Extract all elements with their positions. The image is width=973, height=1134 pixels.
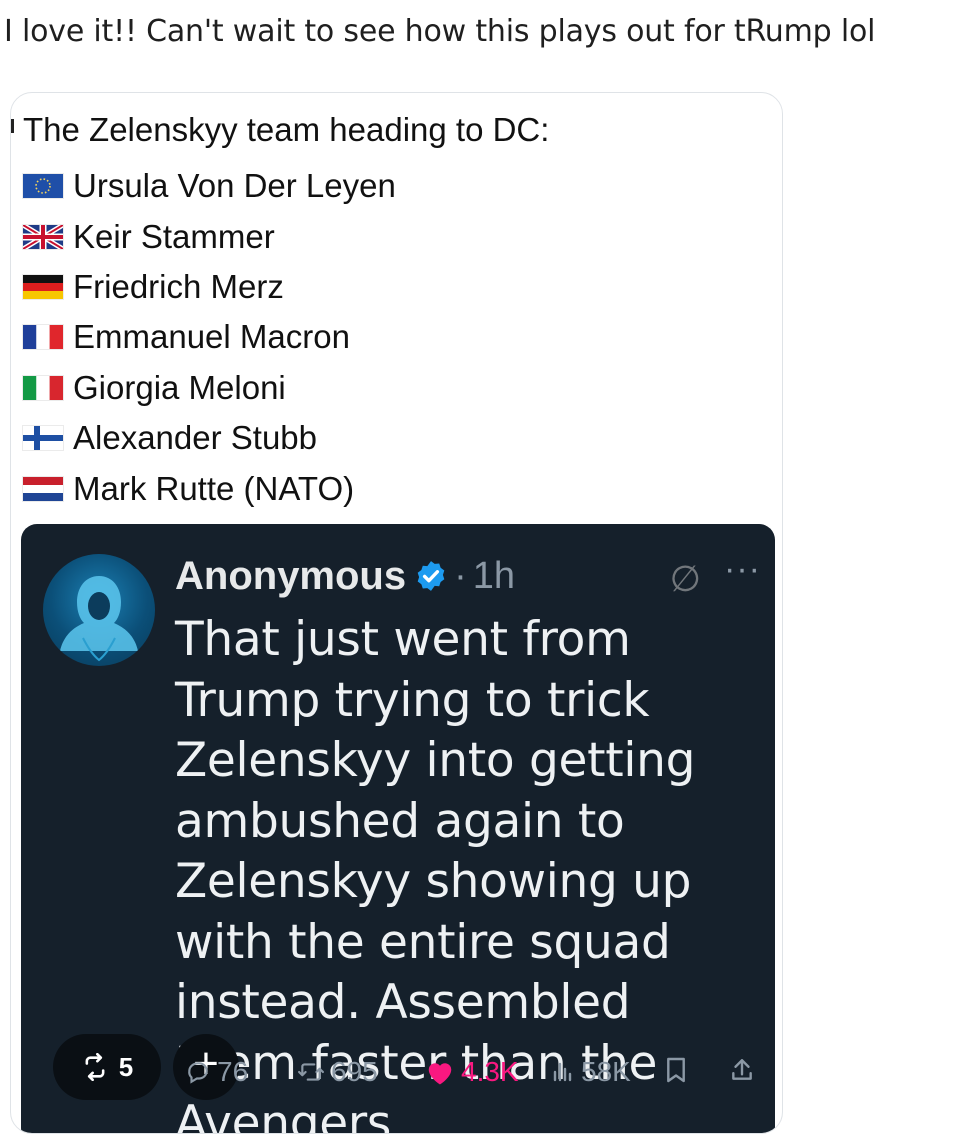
separator-dot: · [454,554,467,597]
tweet-header: Anonymous · 1h ∅ ··· [175,548,761,604]
like-button[interactable]: 4.3K [425,1056,519,1088]
card-edge-mark [11,119,14,133]
list-item: Keir Stammer [23,211,396,261]
views-button[interactable]: 58K [551,1056,631,1088]
list-item-name: Mark Rutte (NATO) [73,469,355,507]
repost-overlay-count: 5 [118,1051,134,1082]
germany-flag-icon [23,274,63,299]
post-caption: I love it!! Can't wait to see how this p… [4,14,876,49]
bookmark-button[interactable] [665,1056,687,1084]
verified-badge-icon [417,561,445,591]
delegation-list: Ursula Von Der Leyen Keir Stammer Friedr… [23,161,396,514]
views-icon [553,1062,572,1082]
italy-flag-icon [23,375,63,400]
reply-icon [188,1062,208,1084]
shared-post-card: The Zelenskyy team heading to DC: Ursula… [10,92,783,1134]
timestamp[interactable]: 1h [473,555,515,598]
views-count: 58K [581,1056,631,1087]
list-item-name: Emmanuel Macron [73,318,350,356]
reply-button[interactable]: 76 [185,1056,248,1088]
list-item-name: Friedrich Merz [73,267,284,305]
list-item-name: Keir Stammer [73,217,275,255]
more-options-icon[interactable]: ··· [724,550,761,589]
repost-overlay-button[interactable]: 5 [53,1034,161,1100]
list-item-name: Ursula Von Der Leyen [73,167,396,205]
list-item: Alexander Stubb [23,413,396,463]
like-count: 4.3K [461,1056,519,1087]
list-item: Giorgia Meloni [23,363,396,413]
list-item: Friedrich Merz [23,262,396,312]
grok-icon[interactable]: ∅ [670,558,701,600]
share-icon [732,1059,752,1080]
uk-flag-icon [23,224,63,249]
post-intro: The Zelenskyy team heading to DC: [23,111,550,148]
eu-flag-icon [23,174,63,199]
heart-icon [428,1063,452,1085]
reply-count: 76 [217,1056,249,1087]
netherlands-flag-icon [23,476,63,501]
list-item-name: Alexander Stubb [73,419,318,457]
author-name[interactable]: Anonymous [175,554,406,599]
list-item: Ursula Von Der Leyen [23,161,396,211]
retweet-icon [298,1063,324,1081]
retweet-button[interactable]: 695 [297,1056,378,1088]
embedded-tweet-screenshot: Anonymous · 1h ∅ ··· That just went from… [21,524,775,1133]
tweet-action-bar: 5 + 76 695 4.3K 58K [21,1034,775,1104]
bookmark-icon [667,1057,685,1083]
france-flag-icon [23,325,63,350]
finland-flag-icon [23,426,63,451]
list-item: Emmanuel Macron [23,312,396,362]
retweet-count: 695 [331,1056,378,1087]
share-button[interactable] [729,1056,755,1084]
repost-icon [85,1053,105,1081]
avatar[interactable] [43,554,155,666]
list-item-name: Giorgia Meloni [73,368,286,406]
list-item: Mark Rutte (NATO) [23,463,396,513]
